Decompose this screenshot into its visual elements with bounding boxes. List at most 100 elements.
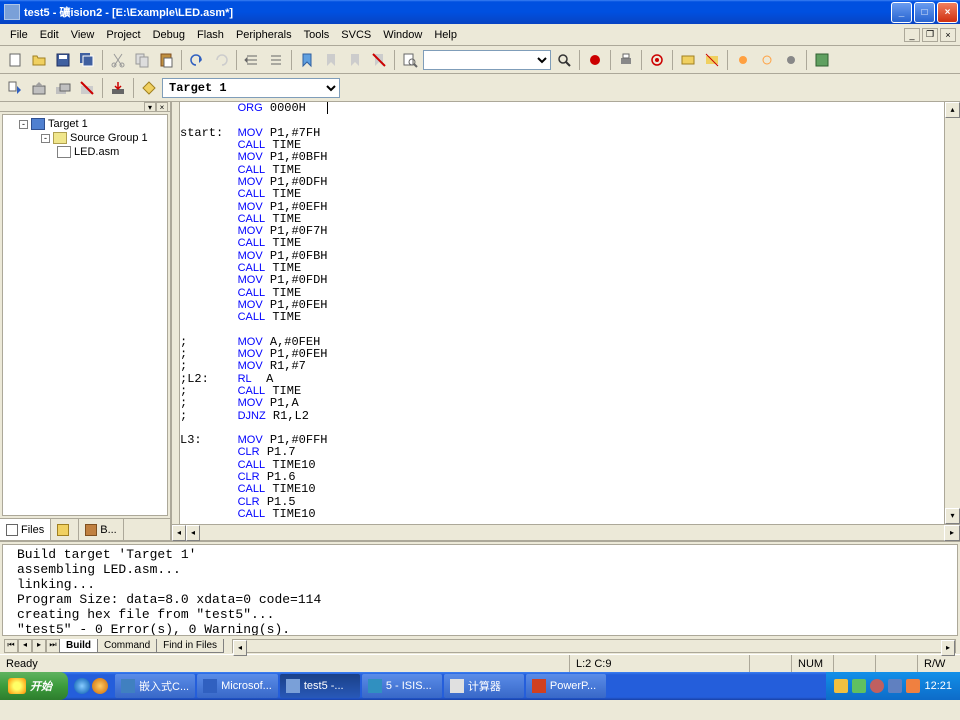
unindent-button[interactable] (265, 49, 287, 71)
task-button[interactable]: 5 - ISIS... (362, 674, 442, 698)
maximize-button[interactable]: □ (914, 2, 935, 23)
task-button-active[interactable]: test5 -... (280, 674, 360, 698)
menu-peripherals[interactable]: Peripherals (230, 27, 298, 43)
panel-pin-button[interactable]: ▾ (144, 102, 156, 112)
indent-button[interactable] (241, 49, 263, 71)
out-nav-last[interactable]: ⏭ (46, 639, 60, 653)
redo-button[interactable] (210, 49, 232, 71)
translate-button[interactable] (4, 77, 26, 99)
out-tab-build[interactable]: Build (59, 639, 98, 653)
undo-button[interactable] (186, 49, 208, 71)
debug-button[interactable] (584, 49, 606, 71)
tray-icon[interactable] (834, 679, 848, 693)
build-toolbar: Target 1 (0, 74, 960, 102)
paste-button[interactable] (155, 49, 177, 71)
menu-debug[interactable]: Debug (147, 27, 191, 43)
out-scroll-left[interactable]: ◂ (233, 640, 247, 656)
tree-collapse-icon[interactable]: - (41, 134, 50, 143)
tray-icon[interactable] (888, 679, 902, 693)
tree-target[interactable]: - Target 1 (5, 117, 165, 131)
scroll-left2-button[interactable]: ◂ (186, 525, 200, 541)
tray-icon[interactable] (906, 679, 920, 693)
editor-hscroll[interactable]: ◂ ◂ ▸ (172, 524, 960, 540)
download-button[interactable] (107, 77, 129, 99)
menu-edit[interactable]: Edit (34, 27, 65, 43)
breakpoint-button[interactable] (677, 49, 699, 71)
new-file-button[interactable] (4, 49, 26, 71)
mdi-close-button[interactable]: × (940, 28, 956, 42)
menu-tools[interactable]: Tools (298, 27, 336, 43)
scroll-down-button[interactable]: ▾ (945, 508, 960, 524)
menu-file[interactable]: File (4, 27, 34, 43)
output-hscroll[interactable]: ◂ ▸ (232, 639, 956, 653)
tray-icon[interactable] (852, 679, 866, 693)
hscroll-track[interactable] (200, 525, 944, 540)
scroll-left-button[interactable]: ◂ (172, 525, 186, 541)
out-tab-command[interactable]: Command (97, 639, 157, 653)
proj-tab-regs[interactable] (51, 519, 79, 540)
editor-text[interactable]: ORG 0000H start: MOV P1,#7FH CALL TIME M… (180, 102, 944, 524)
task-button[interactable]: 嵌入式C... (115, 674, 195, 698)
project-tree[interactable]: - Target 1 - Source Group 1 LED.asm (2, 114, 168, 516)
find-button[interactable] (553, 49, 575, 71)
out-nav-prev[interactable]: ◂ (18, 639, 32, 653)
menu-svcs[interactable]: SVCS (335, 27, 377, 43)
quick-launch-icon[interactable] (74, 678, 90, 694)
panel-close-button[interactable]: × (156, 102, 168, 112)
minimize-button[interactable]: _ (891, 2, 912, 23)
next-bookmark-button[interactable] (344, 49, 366, 71)
out-tab-find[interactable]: Find in Files (156, 639, 224, 653)
stop-build-button[interactable] (76, 77, 98, 99)
proj-tab-books[interactable]: B... (79, 519, 124, 540)
target-select[interactable]: Target 1 (162, 78, 340, 98)
editor-vscroll[interactable]: ▴ ▾ (944, 102, 960, 524)
mdi-minimize-button[interactable]: _ (904, 28, 920, 42)
start-button[interactable]: 开始 (0, 672, 68, 700)
task-button[interactable]: Microsof... (197, 674, 278, 698)
mdi-restore-button[interactable]: ❐ (922, 28, 938, 42)
tree-group[interactable]: - Source Group 1 (5, 131, 165, 145)
bookmark-button[interactable] (296, 49, 318, 71)
task-button[interactable]: PowerP... (526, 674, 606, 698)
build-button[interactable] (28, 77, 50, 99)
open-file-button[interactable] (28, 49, 50, 71)
out-nav-next[interactable]: ▸ (32, 639, 46, 653)
quick-launch-icon[interactable] (92, 678, 108, 694)
tree-file[interactable]: LED.asm (5, 145, 165, 159)
kill-breakpoint-button[interactable] (701, 49, 723, 71)
scroll-up-button[interactable]: ▴ (945, 102, 960, 118)
clock[interactable]: 12:21 (924, 680, 952, 692)
menu-view[interactable]: View (65, 27, 101, 43)
save-all-button[interactable] (76, 49, 98, 71)
disable-breakpoint-button[interactable] (756, 49, 778, 71)
debug-session-button[interactable] (646, 49, 668, 71)
rebuild-button[interactable] (52, 77, 74, 99)
target-options-button[interactable] (138, 77, 160, 99)
task-button[interactable]: 计算器 (444, 674, 524, 698)
find-in-files-button[interactable] (399, 49, 421, 71)
out-scroll-right[interactable]: ▸ (941, 640, 955, 656)
close-button[interactable]: × (937, 2, 958, 23)
output-text[interactable]: Build target 'Target 1' assembling LED.a… (2, 544, 958, 636)
menu-window[interactable]: Window (377, 27, 428, 43)
out-nav-first[interactable]: ⏮ (4, 639, 18, 653)
menu-project[interactable]: Project (100, 27, 146, 43)
prev-bookmark-button[interactable] (320, 49, 342, 71)
remove-breakpoint-button[interactable] (780, 49, 802, 71)
menu-help[interactable]: Help (428, 27, 463, 43)
save-button[interactable] (52, 49, 74, 71)
menu-flash[interactable]: Flash (191, 27, 230, 43)
scroll-track[interactable] (945, 118, 960, 508)
cut-button[interactable] (107, 49, 129, 71)
scroll-right-button[interactable]: ▸ (944, 525, 960, 541)
clear-bookmark-button[interactable] (368, 49, 390, 71)
tree-collapse-icon[interactable]: - (19, 120, 28, 129)
find-combo[interactable] (423, 50, 551, 70)
tray-icon[interactable] (870, 679, 884, 693)
systray[interactable]: 12:21 (826, 672, 960, 700)
enable-breakpoint-button[interactable] (732, 49, 754, 71)
print-button[interactable] (615, 49, 637, 71)
options-button[interactable] (811, 49, 833, 71)
proj-tab-files[interactable]: Files (0, 519, 51, 540)
copy-button[interactable] (131, 49, 153, 71)
